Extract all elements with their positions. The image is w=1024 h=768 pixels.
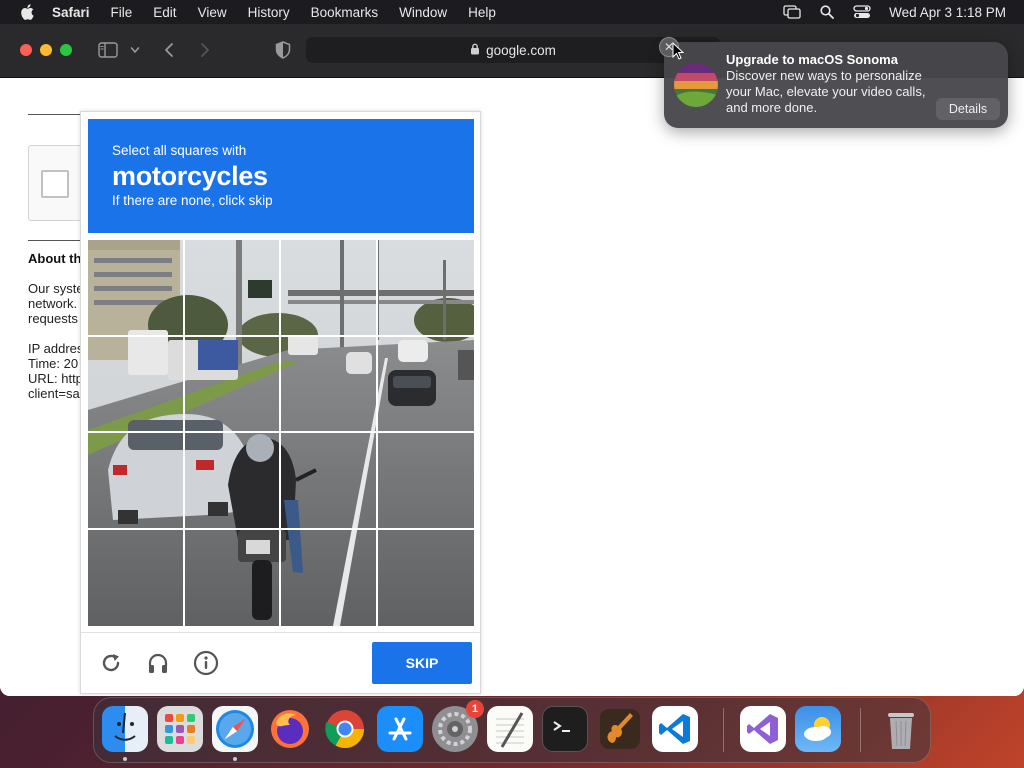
notification-badge: 1 xyxy=(466,700,484,718)
challenge-header: Select all squares with motorcycles If t… xyxy=(88,119,474,233)
challenge-target: motorcycles xyxy=(112,161,268,191)
reload-icon[interactable] xyxy=(98,650,124,676)
menu-window[interactable]: Window xyxy=(399,5,447,20)
address-text: google.com xyxy=(486,42,556,58)
instruction-line: Select all squares with xyxy=(112,143,247,158)
minimize-window-button[interactable] xyxy=(40,44,52,56)
running-indicator xyxy=(123,757,127,761)
spotlight-search-icon[interactable] xyxy=(820,5,835,19)
firefox-icon[interactable] xyxy=(267,706,313,752)
sidebar-toggle-icon[interactable] xyxy=(97,39,119,61)
grid-tile[interactable] xyxy=(88,240,185,337)
dock-separator xyxy=(723,708,724,752)
system-settings-icon[interactable]: 1 xyxy=(432,700,484,752)
tab-group-chevron-down-icon[interactable] xyxy=(128,39,142,61)
menu-bar: Safari File Edit View History Bookmarks … xyxy=(0,0,1024,24)
apple-menu-icon[interactable] xyxy=(18,3,36,21)
chrome-icon[interactable] xyxy=(322,706,368,752)
visual-studio-icon[interactable] xyxy=(740,706,786,752)
body-line: network. xyxy=(28,296,78,311)
details-button[interactable]: Details xyxy=(936,98,1000,120)
divider xyxy=(28,240,80,241)
grid-tile[interactable] xyxy=(88,336,185,433)
safari-icon[interactable] xyxy=(212,706,258,752)
about-heading: About th xyxy=(28,251,80,266)
menu-app-name[interactable]: Safari xyxy=(52,5,90,20)
grid-tile[interactable] xyxy=(377,240,474,337)
audio-challenge-headphones-icon[interactable] xyxy=(145,650,171,676)
grid-tile[interactable] xyxy=(184,336,281,433)
grid-tile[interactable] xyxy=(281,240,378,337)
grid-tile[interactable] xyxy=(377,433,474,530)
skip-button[interactable]: SKIP xyxy=(372,642,472,684)
finder-icon[interactable] xyxy=(102,706,148,752)
menu-history[interactable]: History xyxy=(248,5,290,20)
grid-tile[interactable] xyxy=(185,529,281,626)
grid-tile[interactable] xyxy=(281,529,378,626)
menu-view[interactable]: View xyxy=(198,5,227,20)
lock-icon xyxy=(470,43,480,58)
body-line: requests xyxy=(28,311,78,326)
trash-icon[interactable] xyxy=(878,706,924,752)
dock: 1 xyxy=(93,697,931,763)
recaptcha-checkbox-box xyxy=(28,145,84,221)
close-window-button[interactable] xyxy=(20,44,32,56)
zoom-window-button[interactable] xyxy=(60,44,72,56)
menu-clock[interactable]: Wed Apr 3 1:18 PM xyxy=(889,5,1006,20)
menu-bookmarks[interactable]: Bookmarks xyxy=(311,5,379,20)
grid-tile[interactable] xyxy=(281,433,378,530)
body-line: client=sa xyxy=(28,386,80,401)
visual-studio-code-icon[interactable] xyxy=(652,706,698,752)
mouse-cursor-icon xyxy=(672,41,685,65)
grid-tile[interactable] xyxy=(88,529,185,626)
weather-icon[interactable] xyxy=(795,706,841,752)
menu-file[interactable]: File xyxy=(111,5,133,20)
body-line: Time: 20 xyxy=(28,356,79,371)
dock-separator xyxy=(860,708,861,752)
forward-button-icon[interactable] xyxy=(196,39,214,61)
grid-tile[interactable] xyxy=(184,240,281,337)
control-center-icon[interactable] xyxy=(853,5,871,19)
menu-help[interactable]: Help xyxy=(468,5,496,20)
screen-mirroring-icon[interactable] xyxy=(783,5,801,19)
app-store-icon[interactable] xyxy=(377,706,423,752)
grid-tile[interactable] xyxy=(281,336,378,433)
notification-title: Upgrade to macOS Sonoma xyxy=(726,52,898,67)
grid-tile[interactable] xyxy=(377,337,474,433)
privacy-shield-icon[interactable] xyxy=(273,39,293,61)
garageband-icon[interactable] xyxy=(597,706,643,752)
body-line-spacer xyxy=(28,326,80,341)
instruction-line: If there are none, click skip xyxy=(112,193,273,208)
notification-message: Discover new ways to personalize your Ma… xyxy=(726,68,926,115)
back-button-icon[interactable] xyxy=(160,39,178,61)
divider xyxy=(81,632,480,633)
info-icon[interactable] xyxy=(193,650,219,676)
recaptcha-checkbox[interactable] xyxy=(41,170,69,198)
running-indicator xyxy=(233,757,237,761)
image-grid xyxy=(88,240,474,626)
body-line: Our syste xyxy=(28,281,80,296)
body-line: IP addres xyxy=(28,341,80,356)
textedit-icon[interactable] xyxy=(487,706,533,752)
body-line: URL: http xyxy=(28,371,80,386)
macos-sonoma-icon xyxy=(674,63,718,107)
grid-tile[interactable] xyxy=(184,433,281,530)
menu-edit[interactable]: Edit xyxy=(153,5,176,20)
grid-tile[interactable] xyxy=(88,433,185,530)
grid-tile[interactable] xyxy=(378,530,475,627)
launchpad-icon[interactable] xyxy=(157,706,203,752)
macos-upgrade-notification[interactable]: ✕ Upgrade to macOS Sonoma Discover new w… xyxy=(659,37,1008,128)
terminal-icon[interactable] xyxy=(542,706,588,752)
page-body-text: Our syste network. requests IP addres Ti… xyxy=(28,281,80,401)
address-bar[interactable]: google.com xyxy=(306,37,720,63)
divider xyxy=(28,114,80,115)
recaptcha-challenge: Select all squares with motorcycles If t… xyxy=(80,111,481,694)
